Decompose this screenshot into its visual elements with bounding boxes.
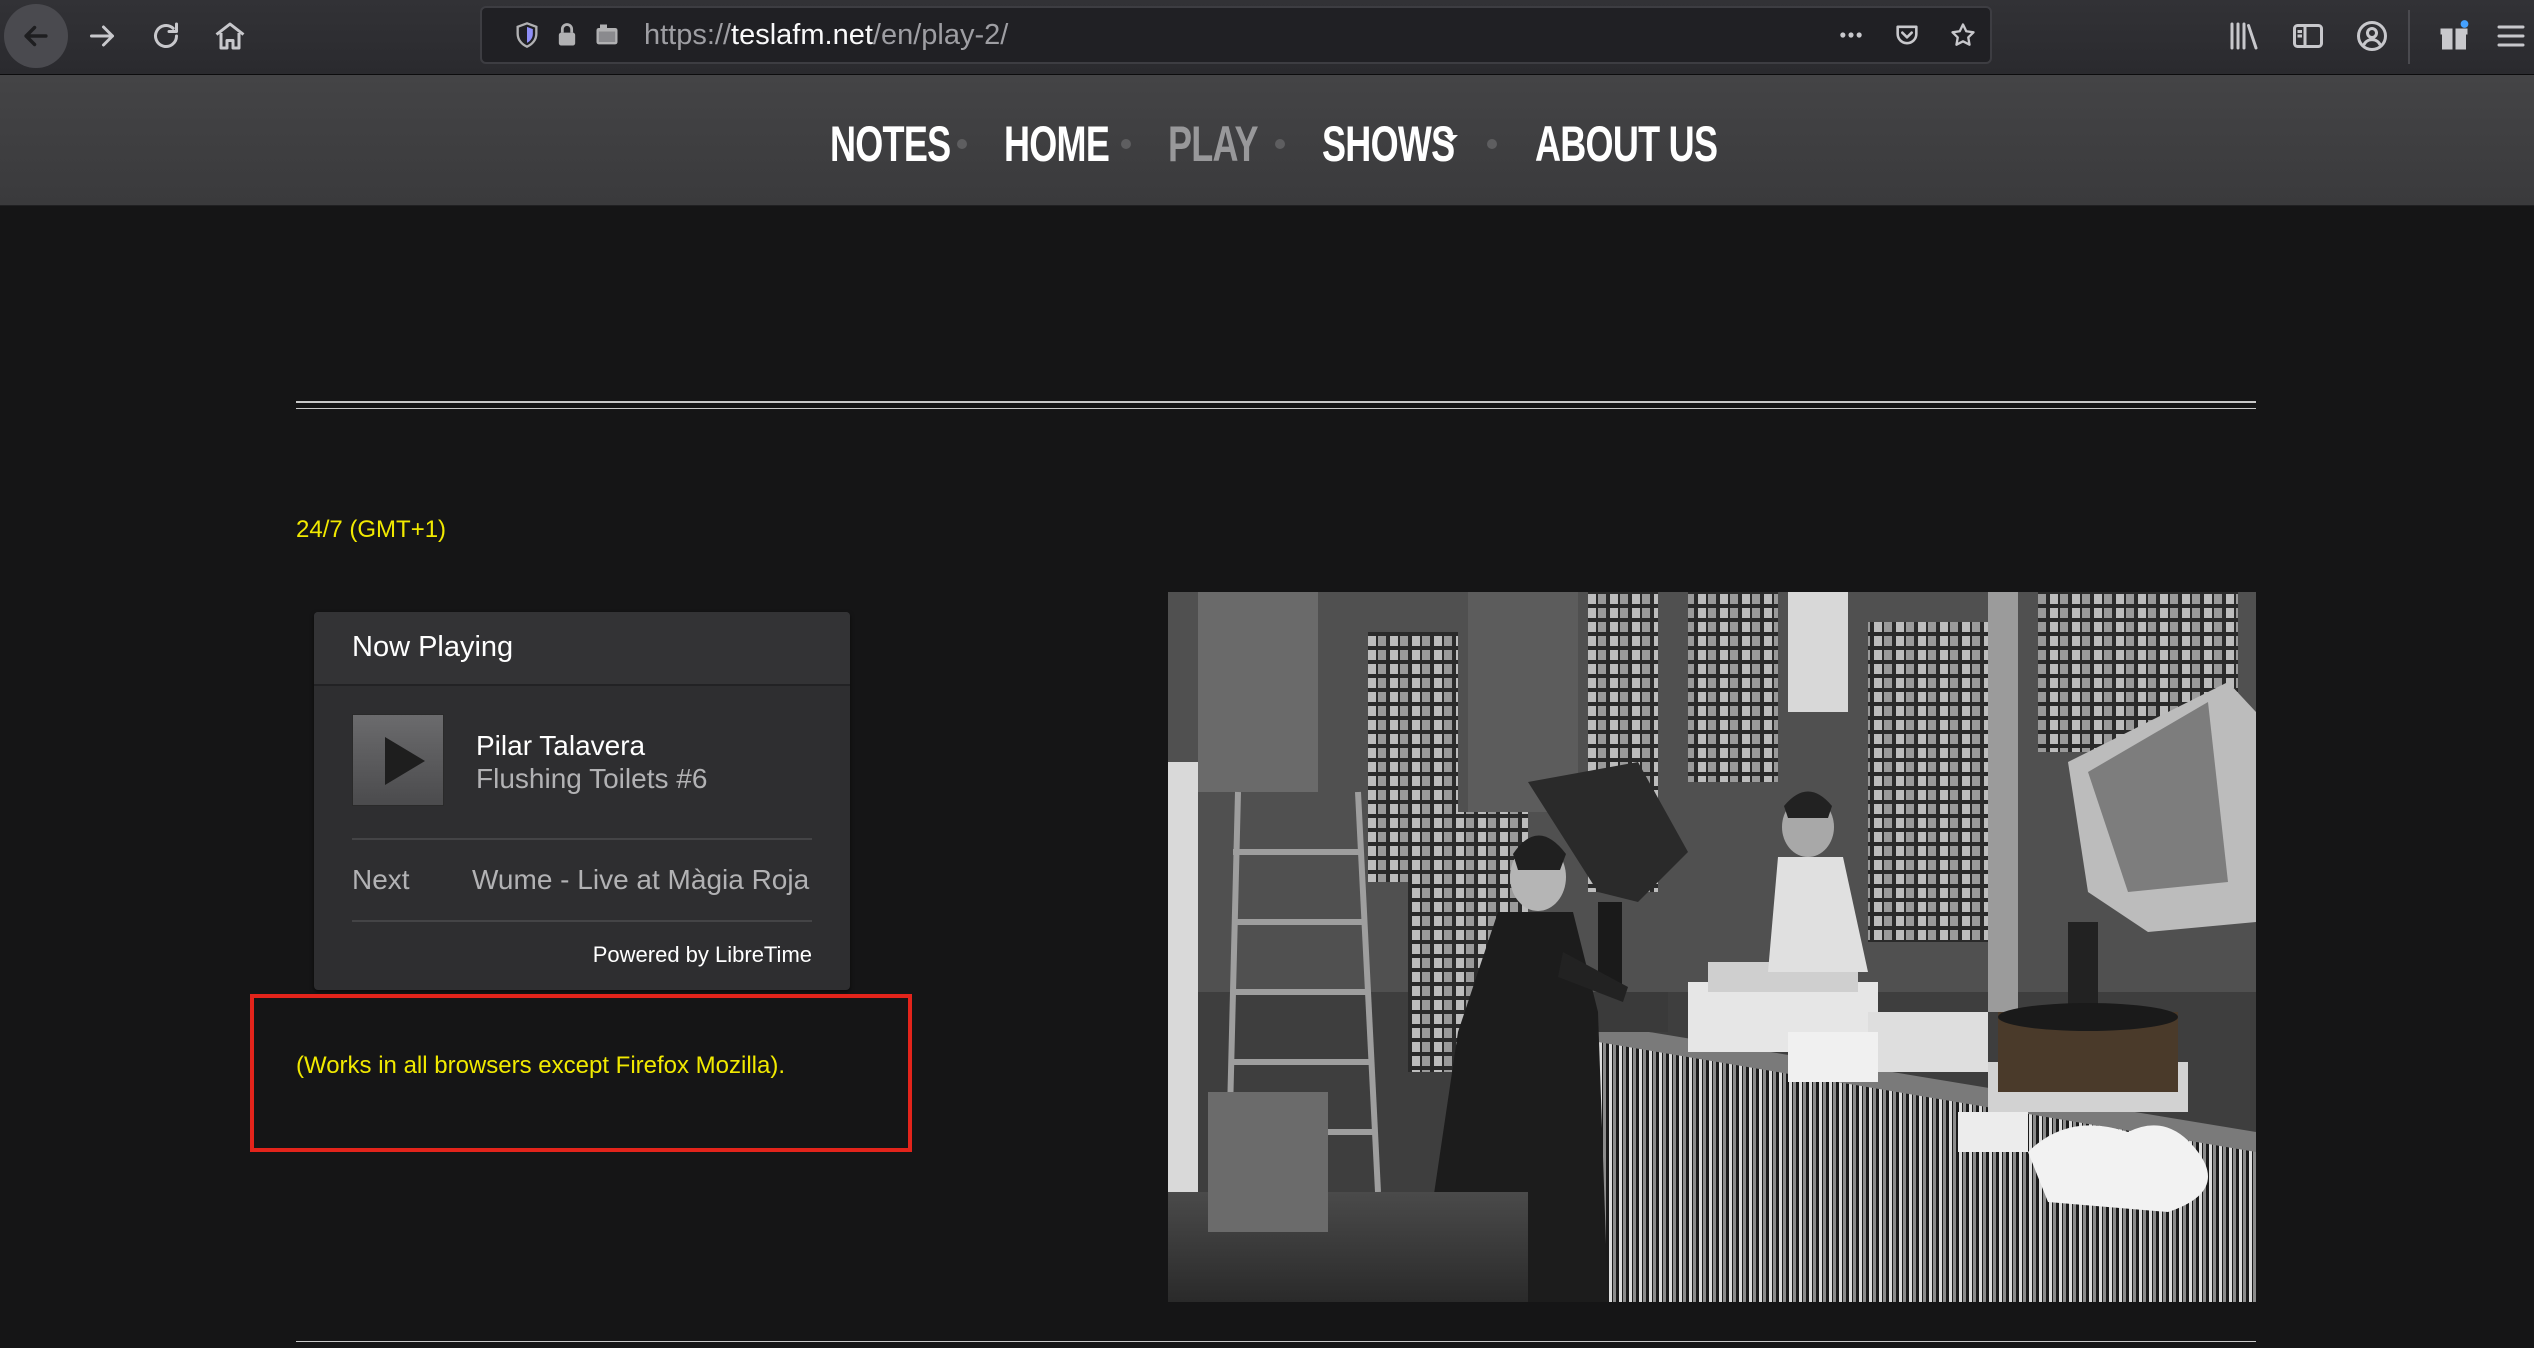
chevron-down-icon[interactable] bbox=[1444, 135, 1458, 142]
browser-window: https://teslafm.net/en/play-2/ NOTES HOM… bbox=[0, 0, 2534, 1348]
current-artist: Pilar Talavera bbox=[476, 730, 646, 761]
widget-divider bbox=[352, 838, 812, 840]
now-playing-widget: Now Playing Pilar Talavera Flushing Toil… bbox=[314, 612, 850, 990]
nav-item-about-us[interactable]: ABOUT US bbox=[1535, 113, 1718, 175]
divider-line-bottom bbox=[296, 1341, 2256, 1342]
nav-separator-dot bbox=[957, 139, 967, 149]
nav-item-notes[interactable]: NOTES bbox=[830, 113, 951, 175]
nav-separator-dot bbox=[1487, 139, 1497, 149]
nav-separator-dot bbox=[1275, 139, 1285, 149]
widget-header: Now Playing bbox=[314, 612, 850, 686]
sidebar-icon[interactable] bbox=[2278, 6, 2338, 66]
widget-divider bbox=[352, 920, 812, 922]
nav-item-shows[interactable]: SHOWS bbox=[1322, 113, 1455, 175]
site-navigation: NOTES HOME PLAY SHOWS ABOUT US bbox=[0, 75, 2534, 206]
browser-toolbar: https://teslafm.net/en/play-2/ bbox=[0, 0, 2534, 75]
browser-compatibility-note: (Works in all browsers except Firefox Mo… bbox=[296, 1052, 786, 1079]
hamburger-menu-icon[interactable] bbox=[2488, 6, 2534, 66]
divider-line bbox=[296, 408, 2256, 409]
play-button[interactable] bbox=[352, 714, 444, 806]
schedule-text: 24/7 (GMT+1) bbox=[296, 516, 447, 543]
divider-line bbox=[296, 401, 2256, 403]
forward-arrow-icon[interactable] bbox=[72, 6, 132, 66]
library-icon[interactable] bbox=[2214, 6, 2274, 66]
nav-item-home[interactable]: HOME bbox=[1004, 113, 1110, 175]
address-bar[interactable]: https://teslafm.net/en/play-2/ bbox=[480, 6, 1992, 64]
powered-by-link[interactable]: Powered by LibreTime bbox=[593, 942, 812, 968]
pocket-icon[interactable] bbox=[1888, 16, 1926, 54]
play-icon bbox=[385, 737, 425, 785]
back-arrow-icon[interactable] bbox=[4, 4, 68, 68]
permissions-icon[interactable] bbox=[588, 16, 626, 54]
toolbar-separator bbox=[2408, 10, 2410, 64]
home-icon[interactable] bbox=[200, 6, 260, 66]
next-label: Next bbox=[352, 864, 410, 895]
url-text[interactable]: https://teslafm.net/en/play-2/ bbox=[644, 8, 1008, 62]
account-icon[interactable] bbox=[2342, 6, 2402, 66]
nav-separator-dot bbox=[1121, 139, 1131, 149]
nav-item-play[interactable]: PLAY bbox=[1168, 113, 1259, 175]
star-icon[interactable] bbox=[1944, 16, 1982, 54]
archive-photo-illustration bbox=[1168, 592, 2256, 1302]
gift-icon[interactable] bbox=[2424, 6, 2484, 66]
archive-photo bbox=[1168, 592, 2256, 1302]
more-icon[interactable] bbox=[1832, 16, 1870, 54]
shield-icon[interactable] bbox=[508, 16, 546, 54]
lock-icon[interactable] bbox=[548, 16, 586, 54]
widget-title: Now Playing bbox=[352, 631, 514, 663]
next-track: Wume - Live at Màgia Roja bbox=[472, 864, 810, 895]
current-track: Flushing Toilets #6 bbox=[476, 763, 708, 794]
reload-icon[interactable] bbox=[136, 6, 196, 66]
